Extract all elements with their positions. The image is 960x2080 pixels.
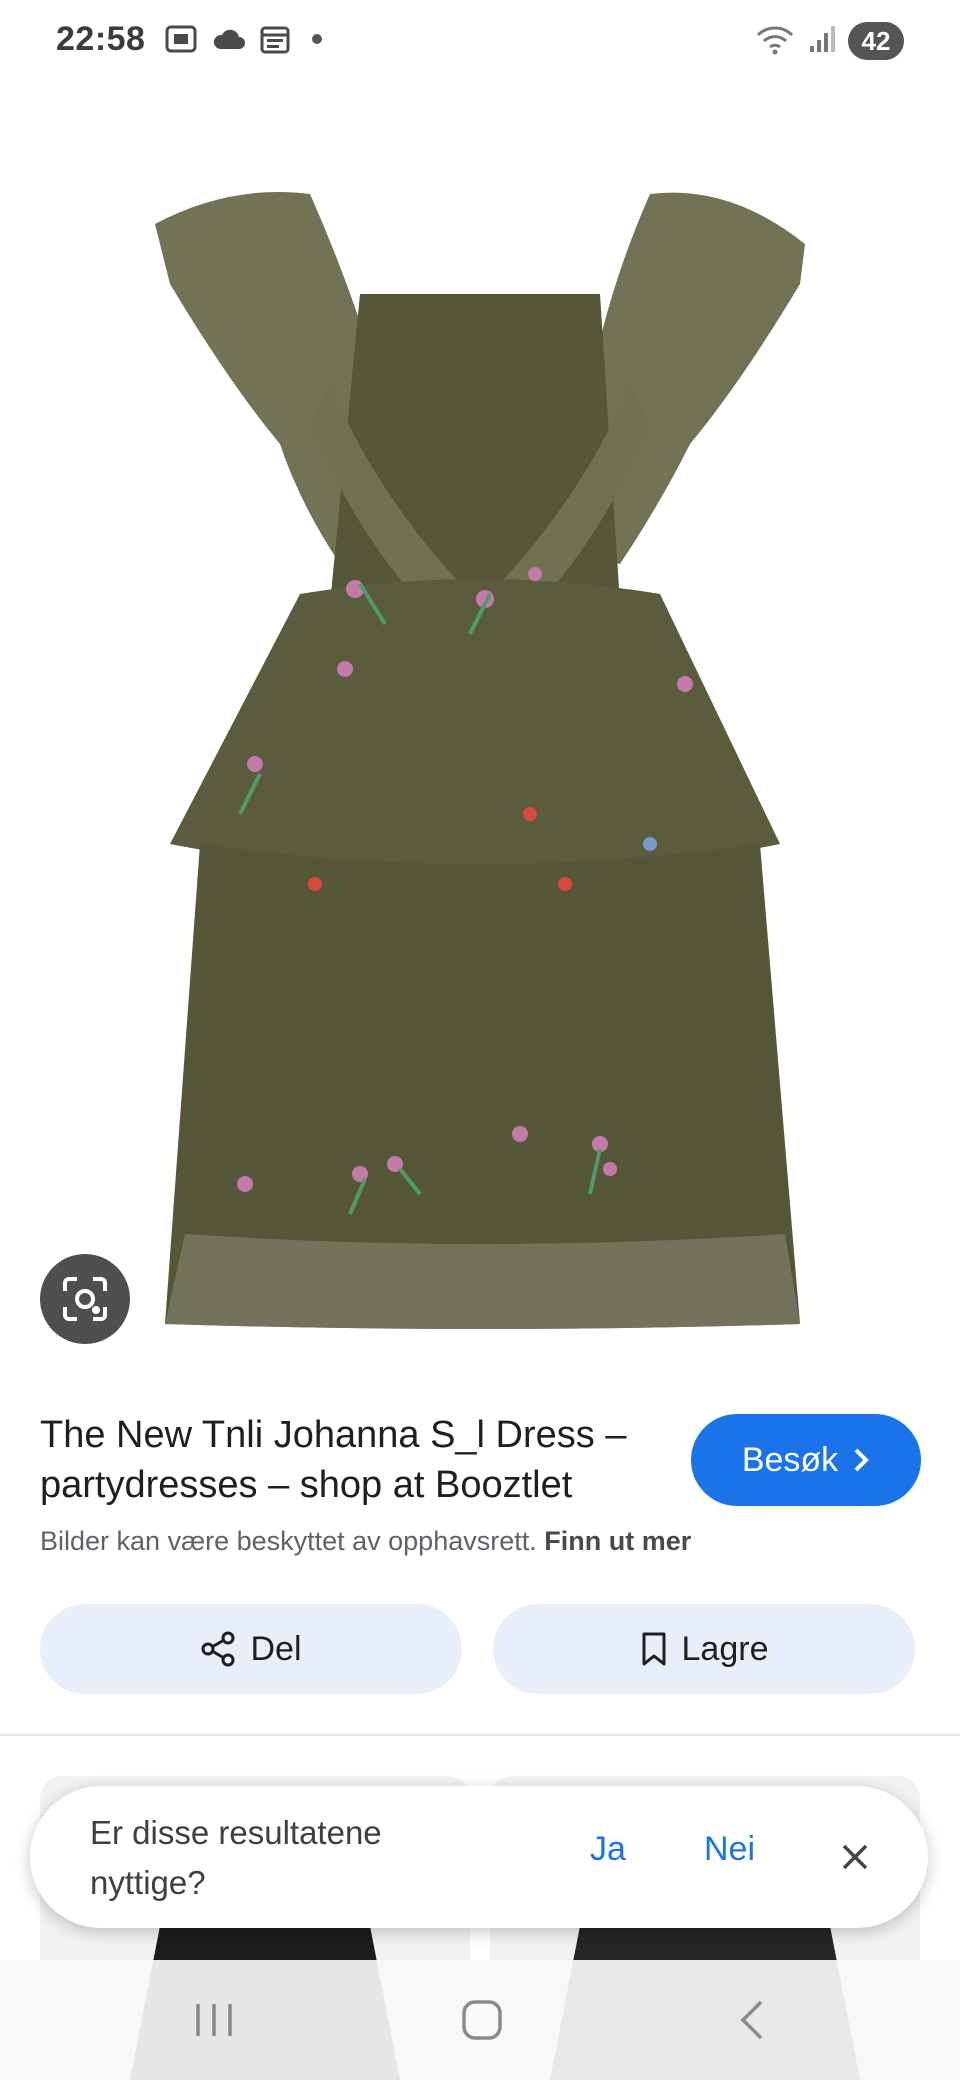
feedback-no-button[interactable]: Nei [704, 1830, 755, 1869]
copyright-notice: Bilder kan være beskyttet av opphavsrett… [40, 1526, 691, 1557]
save-button[interactable]: Lagre [493, 1604, 915, 1694]
learn-more-link[interactable]: Finn ut mer [544, 1526, 691, 1556]
back-button[interactable] [722, 1990, 782, 2050]
feedback-yes-button[interactable]: Ja [590, 1830, 626, 1869]
recent-apps-icon [196, 2004, 232, 2036]
system-nav-bar [0, 1960, 960, 2080]
battery-indicator: 42 [848, 22, 904, 60]
copyright-text: Bilder kan være beskyttet av opphavsrett… [40, 1526, 537, 1556]
olive-dress-image [155, 192, 805, 1329]
signal-icon [808, 24, 836, 59]
status-time: 22:58 [56, 20, 146, 58]
feedback-question: Er disse resultatene nyttige? [90, 1814, 382, 1901]
cloud-icon [212, 27, 246, 51]
chevron-right-icon [854, 1448, 870, 1472]
lens-icon [63, 1277, 107, 1321]
home-icon [462, 2000, 502, 2040]
share-button[interactable]: Del [40, 1604, 462, 1694]
wifi-icon [754, 23, 796, 60]
lens-search-button[interactable] [40, 1254, 130, 1344]
visit-button[interactable]: Besøk [691, 1414, 921, 1506]
recent-apps-button[interactable] [184, 1990, 244, 2050]
save-label: Lagre [681, 1629, 769, 1668]
section-divider [0, 1734, 960, 1736]
dot-icon [312, 34, 322, 44]
visit-label: Besøk [741, 1440, 839, 1479]
status-icons-right: 42 [754, 22, 904, 60]
status-bar: 22:58 42 [0, 0, 960, 84]
product-title[interactable]: The New Tnli Johanna S_l Dress – partydr… [40, 1410, 680, 1510]
calendar-icon [260, 24, 290, 54]
screenshot-icon [164, 24, 198, 54]
bookmark-icon [642, 1632, 666, 1666]
status-icons-left [164, 24, 322, 54]
share-icon [201, 1631, 235, 1667]
close-icon[interactable] [830, 1832, 880, 1882]
feedback-prompt: Er disse resultatene nyttige? Ja Nei [30, 1786, 928, 1928]
home-button[interactable] [452, 1990, 512, 2050]
share-label: Del [250, 1629, 302, 1668]
product-image[interactable] [0, 84, 960, 1354]
back-icon [740, 2000, 763, 2040]
